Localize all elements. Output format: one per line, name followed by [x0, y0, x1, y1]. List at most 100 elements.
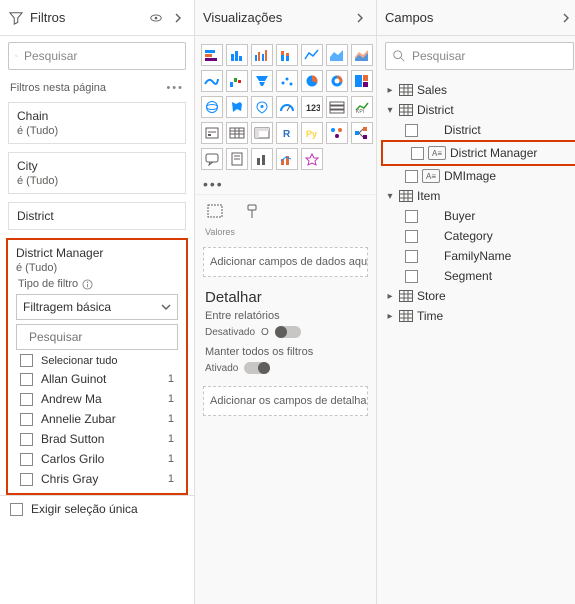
filter-card-chain[interactable]: Chain é (Tudo) — [8, 102, 186, 144]
viz-type-icon[interactable] — [326, 122, 348, 144]
table-sales[interactable]: ▸ Sales — [377, 80, 575, 100]
viz-type-icon[interactable] — [326, 44, 348, 66]
filter-type-dropdown[interactable]: Filtragem básica — [16, 294, 178, 320]
viz-type-icon[interactable]: KPI — [351, 96, 373, 118]
filter-values-search[interactable] — [16, 324, 178, 350]
filters-pane: Filtros Filtros nesta página ••• Chain é… — [0, 0, 195, 604]
filter-card-district-manager[interactable]: District Manager é (Tudo) — [10, 242, 184, 276]
viz-type-icon[interactable] — [201, 44, 223, 66]
select-all-row[interactable]: Selecionar tudo — [10, 352, 184, 369]
drill-well[interactable]: Adicionar os campos de detalhamento aqui — [203, 386, 368, 416]
filters-search-input[interactable] — [24, 49, 179, 63]
field-category[interactable]: Category — [377, 226, 575, 246]
viz-type-icon[interactable] — [301, 70, 323, 92]
checkbox[interactable] — [405, 270, 418, 283]
filter-values-search-input[interactable] — [29, 330, 184, 344]
viz-more[interactable]: ••• — [195, 174, 376, 194]
filter-value-row[interactable]: Brad Sutton1 — [10, 429, 184, 449]
cross-report-toggle-row: Desativado O — [195, 324, 376, 344]
chevron-right-icon: ▸ — [385, 85, 395, 96]
table-time[interactable]: ▸ Time — [377, 306, 575, 326]
viz-type-icon[interactable] — [251, 70, 273, 92]
filter-value-row[interactable]: Carlos Grilo1 — [10, 449, 184, 469]
viz-type-icon[interactable] — [351, 44, 373, 66]
viz-type-icon[interactable] — [201, 96, 223, 118]
viz-type-icon[interactable] — [226, 148, 248, 170]
viz-type-icon[interactable] — [276, 96, 298, 118]
more-icon[interactable]: ••• — [166, 82, 184, 94]
checkbox[interactable] — [405, 230, 418, 243]
checkbox[interactable] — [20, 473, 33, 486]
viz-type-icon[interactable] — [351, 70, 373, 92]
checkbox[interactable] — [405, 250, 418, 263]
filter-value-row[interactable]: Allan Guinot1 — [10, 369, 184, 389]
checkbox[interactable] — [10, 503, 23, 516]
chevron-right-icon[interactable] — [558, 10, 574, 26]
checkbox[interactable] — [405, 124, 418, 137]
field-buyer[interactable]: Buyer — [377, 206, 575, 226]
viz-type-icon[interactable] — [251, 96, 273, 118]
search-icon — [15, 49, 18, 63]
checkbox[interactable] — [411, 147, 424, 160]
viz-type-icon[interactable] — [351, 122, 373, 144]
viz-type-icon[interactable] — [226, 122, 248, 144]
table-district[interactable]: ▾ District — [377, 100, 575, 120]
table-store[interactable]: ▸ Store — [377, 286, 575, 306]
filter-value-row[interactable]: Andrew Ma1 — [10, 389, 184, 409]
viz-type-icon[interactable] — [226, 70, 248, 92]
fields-search[interactable] — [385, 42, 574, 70]
viz-type-icon[interactable] — [251, 44, 273, 66]
values-well[interactable]: Adicionar campos de dados aqui — [203, 247, 368, 277]
chevron-right-icon[interactable] — [170, 10, 186, 26]
require-single-selection[interactable]: Exigir seleção única — [0, 495, 194, 522]
viz-type-icon[interactable] — [226, 44, 248, 66]
chevron-right-icon[interactable] — [352, 10, 368, 26]
checkbox[interactable] — [20, 433, 33, 446]
viz-type-icon[interactable]: Py — [301, 122, 323, 144]
viz-type-icon[interactable] — [326, 96, 348, 118]
viz-type-icon[interactable] — [226, 96, 248, 118]
viz-type-icon[interactable] — [251, 122, 273, 144]
field-district-manager-highlight: A≡ District Manager — [381, 140, 575, 166]
viz-type-icon[interactable] — [201, 70, 223, 92]
filter-value-row[interactable]: Annelie Zubar1 — [10, 409, 184, 429]
checkbox[interactable] — [20, 413, 33, 426]
field-district[interactable]: District — [377, 120, 575, 140]
viz-type-icon[interactable] — [201, 148, 223, 170]
filter-card-city[interactable]: City é (Tudo) — [8, 152, 186, 194]
svg-text:123: 123 — [306, 103, 320, 113]
format-icon[interactable] — [241, 203, 263, 225]
viz-type-icon[interactable] — [326, 70, 348, 92]
viz-type-icon[interactable] — [276, 148, 298, 170]
viz-type-icon[interactable] — [276, 44, 298, 66]
keep-all-toggle-row: Ativado — [195, 360, 376, 380]
fields-search-input[interactable] — [412, 49, 567, 63]
checkbox[interactable] — [405, 170, 418, 183]
viz-type-icon[interactable] — [251, 148, 273, 170]
checkbox[interactable] — [20, 393, 33, 406]
filter-value-row[interactable]: Chris Gray1 — [10, 469, 184, 489]
viz-type-icon[interactable] — [301, 44, 323, 66]
filters-search[interactable] — [8, 42, 186, 70]
table-item[interactable]: ▾ Item — [377, 186, 575, 206]
field-district-manager[interactable]: A≡ District Manager — [407, 143, 574, 163]
field-dmimage[interactable]: A≡ DMImage — [377, 166, 575, 186]
fields-well-icon[interactable] — [205, 203, 227, 225]
checkbox[interactable] — [20, 354, 33, 367]
info-icon[interactable] — [82, 279, 93, 290]
field-segment[interactable]: Segment — [377, 266, 575, 286]
checkbox[interactable] — [405, 210, 418, 223]
keep-all-toggle[interactable] — [244, 362, 270, 374]
eye-icon[interactable] — [148, 10, 164, 26]
viz-type-icon[interactable] — [301, 148, 323, 170]
viz-type-icon[interactable]: 123 — [301, 96, 323, 118]
table-icon — [399, 84, 413, 96]
filter-card-district[interactable]: District — [8, 202, 186, 230]
viz-type-icon[interactable]: R — [276, 122, 298, 144]
checkbox[interactable] — [20, 373, 33, 386]
viz-type-icon[interactable] — [201, 122, 223, 144]
cross-report-toggle[interactable] — [275, 326, 301, 338]
field-familyname[interactable]: FamilyName — [377, 246, 575, 266]
checkbox[interactable] — [20, 453, 33, 466]
viz-type-icon[interactable] — [276, 70, 298, 92]
